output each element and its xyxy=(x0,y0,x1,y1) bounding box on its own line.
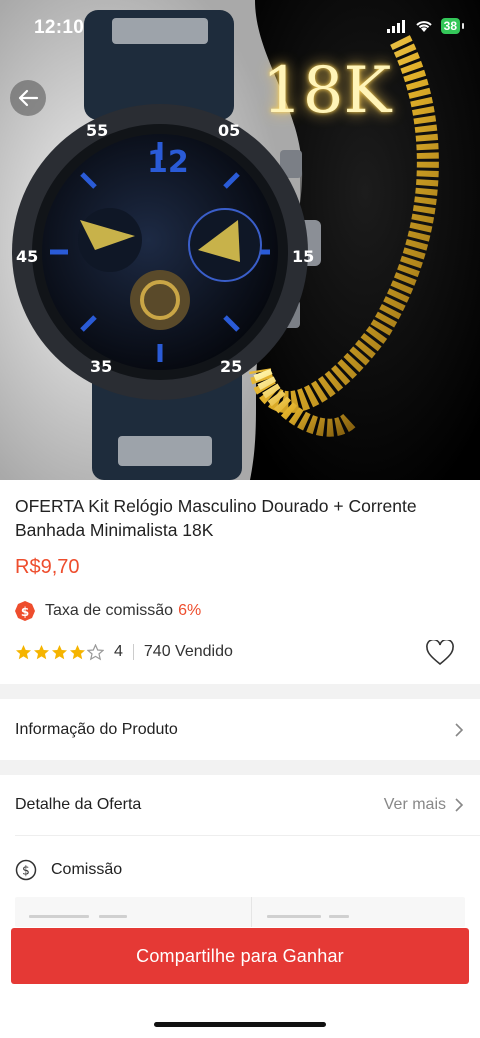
svg-text:$: $ xyxy=(22,864,30,878)
favorite-heart-icon[interactable] xyxy=(426,640,454,666)
chevron-right-icon xyxy=(455,798,464,812)
battery-indicator: 38 xyxy=(440,18,465,34)
product-info-row[interactable]: Informação do Produto xyxy=(0,699,480,760)
sold-count: 740 Vendido xyxy=(143,643,233,660)
rating-value: 4 xyxy=(114,643,123,660)
arrow-left-icon xyxy=(18,89,39,107)
hero-badge: 18K xyxy=(262,54,392,128)
table-header-cell xyxy=(267,915,321,918)
status-bar: 12:10 38 xyxy=(0,0,480,56)
svg-text:25: 25 xyxy=(220,357,242,376)
star-filled-icon xyxy=(70,644,85,659)
svg-text:35: 35 xyxy=(90,357,112,376)
divider xyxy=(15,835,480,836)
svg-text:12: 12 xyxy=(147,145,189,180)
commission-rate-row: $ Taxa de comissão 6% xyxy=(15,601,201,621)
signal-icon xyxy=(386,20,405,33)
star-filled-icon xyxy=(52,644,67,659)
product-title: OFERTA Kit Relógio Masculino Dourado + C… xyxy=(15,496,417,540)
section-gap xyxy=(0,760,480,775)
rating-stars xyxy=(15,643,104,661)
commission-rate: 6% xyxy=(178,602,202,619)
product-image[interactable]: 12 55 05 45 15 35 25 18K xyxy=(0,0,480,480)
commission-table xyxy=(15,897,465,927)
rating-divider xyxy=(132,644,134,660)
status-icons: 38 xyxy=(386,18,465,34)
dollar-circle-icon: $ xyxy=(15,859,37,881)
wifi-icon xyxy=(415,21,432,32)
chevron-right-icon xyxy=(455,722,464,737)
star-filled-icon xyxy=(34,644,49,659)
product-info-label: Informação do Produto xyxy=(15,720,178,738)
star-empty-icon xyxy=(87,643,104,660)
commission-label: Taxa de comissão xyxy=(45,602,174,619)
svg-text:15: 15 xyxy=(292,247,314,266)
offer-detail-row[interactable]: Detalhe da Oferta Ver mais xyxy=(0,775,480,835)
commission-section-header: $ Comissão xyxy=(0,850,480,890)
product-photo: 12 55 05 45 15 35 25 xyxy=(0,0,480,480)
star-filled-icon xyxy=(16,644,31,659)
dollar-badge-icon: $ xyxy=(15,601,35,621)
offer-detail-label: Detalhe da Oferta xyxy=(15,796,142,813)
back-button[interactable] xyxy=(10,80,46,116)
section-gap xyxy=(0,684,480,699)
table-header-cell xyxy=(329,915,349,918)
status-time: 12:10 xyxy=(34,17,85,38)
product-price: R$9,70 xyxy=(15,556,80,578)
rating-row: 4 740 Vendido xyxy=(15,643,233,661)
svg-text:45: 45 xyxy=(16,247,38,266)
commission-section-label: Comissão xyxy=(51,861,123,878)
svg-text:55: 55 xyxy=(86,121,108,140)
table-cell-divider xyxy=(251,897,252,927)
table-header-cell xyxy=(29,915,89,918)
share-to-earn-button[interactable]: Compartilhe para Ganhar xyxy=(11,928,469,984)
svg-text:05: 05 xyxy=(218,121,240,140)
svg-text:$: $ xyxy=(21,605,29,619)
home-indicator xyxy=(154,1022,326,1027)
table-header-cell xyxy=(99,915,127,918)
see-more-link[interactable]: Ver mais xyxy=(384,796,446,814)
